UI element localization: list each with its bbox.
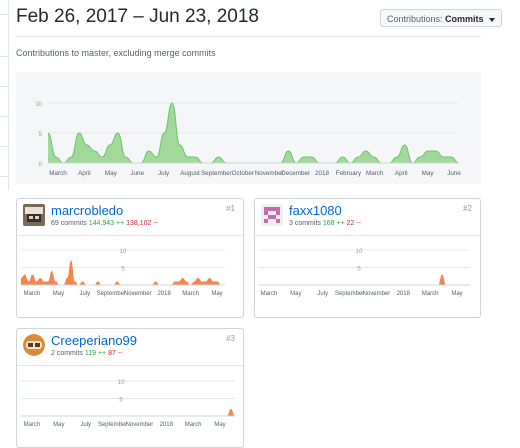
x-tick-label: September <box>98 422 127 428</box>
x-tick-label: November <box>255 170 284 177</box>
contributor-chart: 105March May July SeptemberNovember 2018 Marc… <box>21 249 225 297</box>
y-tick-label: 0 <box>39 162 43 168</box>
x-tick-label: 2018 <box>160 422 174 428</box>
y-tick-label: 5 <box>39 132 43 138</box>
additions-count: 119 ++ <box>84 350 107 357</box>
deletions-count: 22 -- <box>346 220 362 227</box>
x-tick-label: August <box>180 170 200 177</box>
x-tick-label: May <box>451 291 462 297</box>
x-tick-label: March <box>182 291 199 297</box>
x-tick-label: May <box>214 422 225 428</box>
x-tick-label: September <box>201 170 232 177</box>
x-tick-label: December <box>281 170 310 177</box>
overall-chart-svg: 10 5 0 March April May June July August September… <box>35 102 461 177</box>
contributions-type-dropdown[interactable]: Contributions: Commits <box>380 9 503 27</box>
x-tick-label: March <box>24 291 41 297</box>
contributor-username[interactable]: Creeperiano99 <box>51 333 137 348</box>
additions-count: 144,943 ++ <box>88 220 125 227</box>
x-tick-label: July <box>158 170 170 177</box>
y-tick-label: 10 <box>356 249 363 255</box>
deletions-count: 138,102 -- <box>126 220 159 227</box>
contributor-chart: 105March May July SeptemberNovember 2018 Marc… <box>259 249 470 297</box>
x-tick-label: March <box>422 291 439 297</box>
commit-area <box>21 260 225 285</box>
x-tick-label: June <box>447 170 461 177</box>
contributor-card-header: faxx1080 3 commits 168 ++ 22 -- #2 <box>255 199 480 236</box>
contributor-rank: #3 <box>226 334 235 343</box>
x-tick-label: May <box>290 291 301 297</box>
x-tick-label: May <box>53 422 64 428</box>
caret-down-icon <box>489 17 496 22</box>
x-tick-label: June <box>130 170 144 177</box>
y-tick-label: 10 <box>118 380 125 386</box>
contributor-chart: 105March May July SeptemberNovember 2018 Marc… <box>21 380 235 428</box>
commit-count[interactable]: 69 commits <box>51 220 87 227</box>
contributions-label: Contributions: <box>387 14 443 24</box>
y-tick-label: 10 <box>120 249 127 255</box>
x-tick-label: March <box>24 422 41 428</box>
x-tick-label: 2018 <box>157 291 171 297</box>
commit-area <box>259 274 470 285</box>
deletions-count: 87 -- <box>108 350 123 357</box>
x-tick-label: September <box>335 291 364 297</box>
contributor-rank: #1 <box>226 204 235 213</box>
x-tick-label: November <box>363 291 391 297</box>
x-tick-label: April <box>78 170 91 177</box>
contributor-rank: #2 <box>463 204 472 213</box>
chart-subtitle: Contributions to master, excluding merge… <box>16 48 216 58</box>
contributor-card: marcrobledo 69 commits 144,943 ++ 138,10… <box>16 198 244 318</box>
commit-count[interactable]: 2 commits <box>51 350 83 357</box>
contributor-stats: 2 commits 119 ++ 87 -- <box>51 350 123 357</box>
x-tick-label: July <box>80 422 91 428</box>
contributor-username[interactable]: marcrobledo <box>51 203 123 218</box>
avatar[interactable] <box>261 204 283 226</box>
x-tick-label: May <box>53 291 64 297</box>
x-tick-label: May <box>105 170 118 177</box>
x-tick-label: November <box>126 422 154 428</box>
commit-area <box>21 409 235 416</box>
x-tick-label: November <box>124 291 152 297</box>
x-tick-label: July <box>80 291 91 297</box>
contributor-card: Creeperiano99 2 commits 119 ++ 87 -- #3 … <box>16 328 244 448</box>
avatar[interactable] <box>23 204 45 226</box>
contributor-stats: 69 commits 144,943 ++ 138,102 -- <box>51 220 158 227</box>
x-tick-label: May <box>211 291 222 297</box>
contributor-username[interactable]: faxx1080 <box>289 203 342 218</box>
x-tick-label: 2018 <box>315 170 330 177</box>
contributor-card-header: marcrobledo 69 commits 144,943 ++ 138,10… <box>17 199 243 236</box>
x-tick-label: March <box>366 170 384 177</box>
contributor-card-header: Creeperiano99 2 commits 119 ++ 87 -- #3 <box>17 329 243 366</box>
x-tick-label: October <box>232 170 254 177</box>
x-tick-label: July <box>317 291 328 297</box>
x-tick-label: 2018 <box>397 291 411 297</box>
date-range-title: Feb 26, 2017 – Jun 23, 2018 <box>16 6 259 27</box>
additions-count: 168 ++ <box>322 220 345 227</box>
overall-contributions-chart: 10 5 0 March April May June July August September… <box>16 72 481 184</box>
contributions-value: Commits <box>445 14 484 24</box>
x-tick-label: March <box>185 422 202 428</box>
commit-count[interactable]: 3 commits <box>289 220 321 227</box>
y-tick-label: 10 <box>35 102 42 108</box>
x-tick-label: April <box>395 170 408 177</box>
contributor-card: faxx1080 3 commits 168 ++ 22 -- #2 10 5 Ma… <box>254 198 481 318</box>
x-tick-label: March <box>49 170 67 177</box>
contributor-stats: 3 commits 168 ++ 22 -- <box>289 220 361 227</box>
x-tick-label: February <box>336 170 362 177</box>
x-tick-label: March <box>261 291 278 297</box>
left-panel-edge <box>0 0 10 442</box>
avatar[interactable] <box>23 334 45 356</box>
header-divider <box>16 36 481 37</box>
x-tick-label: May <box>422 170 435 177</box>
x-tick-label: September <box>97 291 126 297</box>
